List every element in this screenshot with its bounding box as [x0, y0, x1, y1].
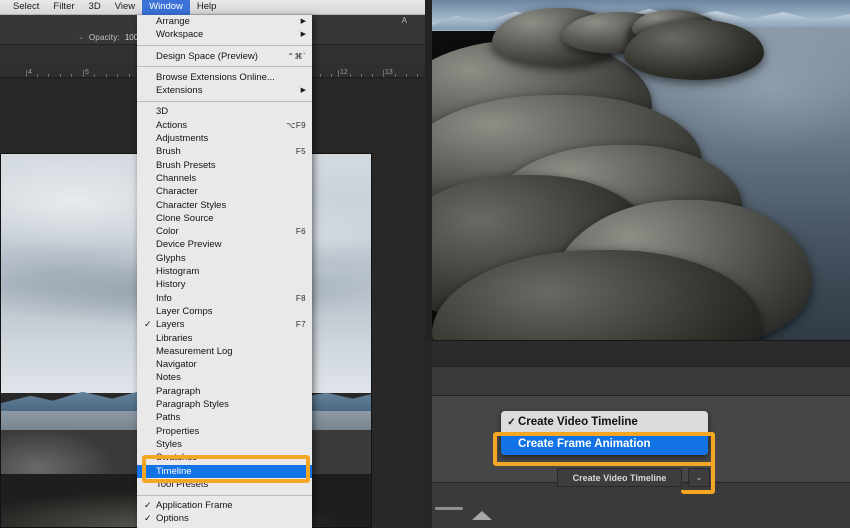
menu-item-browse-extensions-online[interactable]: Browse Extensions Online...: [137, 71, 312, 84]
chevron-down-glyph: ⌄: [695, 473, 703, 482]
menu-item-layers[interactable]: ✓ Layers F7: [137, 318, 312, 331]
menu-item-color[interactable]: Color F6: [137, 225, 312, 238]
ruler-label-5: 5: [85, 69, 89, 76]
menu-item-histogram[interactable]: Histogram: [137, 265, 312, 278]
menu-shortcut: F6: [295, 227, 306, 237]
menu-shortcut: F7: [295, 320, 306, 330]
timeline-type-popup-menu[interactable]: ✓ Create Video Timeline Create Frame Ani…: [501, 411, 708, 455]
checkmark-icon: ✓: [144, 513, 152, 524]
menu-separator: [137, 66, 312, 68]
menu-item-brush-presets[interactable]: Brush Presets: [137, 159, 312, 172]
menu-item-3d[interactable]: 3D: [137, 105, 312, 118]
menu-item-character-styles[interactable]: Character Styles: [137, 199, 312, 212]
menu-item-tool-presets[interactable]: Tool Presets: [137, 478, 312, 491]
zoom-photo-rock: [624, 20, 764, 80]
panel-strip-bottom: [425, 482, 850, 528]
menu-item-libraries[interactable]: Libraries: [137, 332, 312, 345]
menu-item-notes[interactable]: Notes: [137, 371, 312, 384]
menu-item-arrange[interactable]: Arrange ▶: [137, 15, 312, 28]
menu-item-info[interactable]: Info F8: [137, 292, 312, 305]
popup-option-label: Create Frame Animation: [518, 438, 651, 450]
menu-separator: [137, 100, 312, 102]
panel-left-rail: [425, 340, 432, 528]
panel-strip-top: [425, 340, 850, 366]
menu-item-channels[interactable]: Channels: [137, 172, 312, 185]
menubar-item-3d[interactable]: 3D: [82, 0, 108, 15]
menu-item-actions[interactable]: Actions ⌥F9: [137, 119, 312, 132]
menu-item-history[interactable]: History: [137, 278, 312, 291]
blend-mode-chevron-icon[interactable]: ⌄: [78, 33, 84, 41]
menubar-item-help[interactable]: Help: [190, 0, 224, 15]
menu-item-workspace[interactable]: Workspace ▶: [137, 28, 312, 41]
menu-separator: [137, 494, 312, 496]
menu-item-swatches[interactable]: Swatches: [137, 451, 312, 464]
opacity-label: Opacity:: [88, 32, 120, 42]
menu-item-character[interactable]: Character: [137, 185, 312, 198]
menu-shortcut: F8: [295, 293, 306, 303]
window-dropdown-menu[interactable]: Arrange ▶ Workspace ▶ Design Space (Prev…: [137, 15, 312, 528]
checkmark-icon: ✓: [507, 416, 516, 428]
menu-item-paragraph-styles[interactable]: Paragraph Styles: [137, 398, 312, 411]
menu-item-brush[interactable]: Brush F5: [137, 145, 312, 158]
menubar-item-window[interactable]: Window: [142, 0, 190, 15]
expand-arrow-icon[interactable]: [472, 511, 492, 520]
menu-item-application-frame[interactable]: ✓ Application Frame: [137, 499, 312, 512]
menu-item-measurement-log[interactable]: Measurement Log: [137, 345, 312, 358]
menubar-item-filter[interactable]: Filter: [46, 0, 81, 15]
menu-item-device-preview[interactable]: Device Preview: [137, 238, 312, 251]
create-video-timeline-button-label: Create Video Timeline: [572, 472, 667, 483]
menu-item-layer-comps[interactable]: Layer Comps: [137, 305, 312, 318]
checkmark-icon: ✓: [144, 500, 152, 511]
submenu-arrow-icon: ▶: [300, 31, 306, 39]
menu-item-styles[interactable]: Styles: [137, 438, 312, 451]
menu-item-glyphs[interactable]: Glyphs: [137, 252, 312, 265]
menu-item-clone-source[interactable]: Clone Source: [137, 212, 312, 225]
menu-shortcut: ⌥F9: [286, 120, 306, 130]
timeline-type-chevron-down-icon[interactable]: ⌄: [688, 468, 710, 487]
ruler-label-12: 12: [340, 69, 348, 76]
zoom-slider[interactable]: [435, 507, 463, 510]
menu-item-design-space-preview[interactable]: Design Space (Preview) ⌃⌘`: [137, 50, 312, 63]
menu-bar: Select Filter 3D View Window Help: [0, 0, 425, 15]
document-title: A: [401, 16, 407, 25]
screenshot-root: Select Filter 3D View Window Help A ⌄ Op…: [0, 0, 850, 528]
panel-strip-middle: [425, 366, 850, 396]
menu-item-adjustments[interactable]: Adjustments: [137, 132, 312, 145]
menu-item-properties[interactable]: Properties: [137, 425, 312, 438]
menu-item-paragraph[interactable]: Paragraph: [137, 385, 312, 398]
menu-item-paths[interactable]: Paths: [137, 411, 312, 424]
menubar-item-select[interactable]: Select: [6, 0, 46, 15]
menu-shortcut: ⌃⌘`: [287, 51, 306, 61]
popup-option-label: Create Video Timeline: [518, 416, 638, 428]
submenu-arrow-icon: ▶: [300, 18, 306, 25]
create-video-timeline-button[interactable]: Create Video Timeline: [557, 468, 682, 487]
menu-item-timeline[interactable]: Timeline: [137, 464, 312, 478]
checkmark-icon: ✓: [144, 319, 152, 330]
document-photo-zoomed[interactable]: [432, 0, 850, 340]
ruler-label-13: 13: [385, 69, 393, 76]
submenu-arrow-icon: ▶: [300, 87, 306, 95]
popup-option-create-video-timeline[interactable]: ✓ Create Video Timeline: [501, 411, 708, 433]
menu-item-options[interactable]: ✓ Options: [137, 512, 312, 525]
menubar-item-view[interactable]: View: [108, 0, 142, 15]
menu-item-extensions[interactable]: Extensions ▶: [137, 84, 312, 97]
menu-item-navigator[interactable]: Navigator: [137, 358, 312, 371]
menu-separator: [137, 45, 312, 47]
ruler-label-4: 4: [28, 69, 32, 76]
menu-shortcut: F5: [295, 147, 306, 157]
popup-option-create-frame-animation[interactable]: Create Frame Animation: [501, 433, 708, 455]
